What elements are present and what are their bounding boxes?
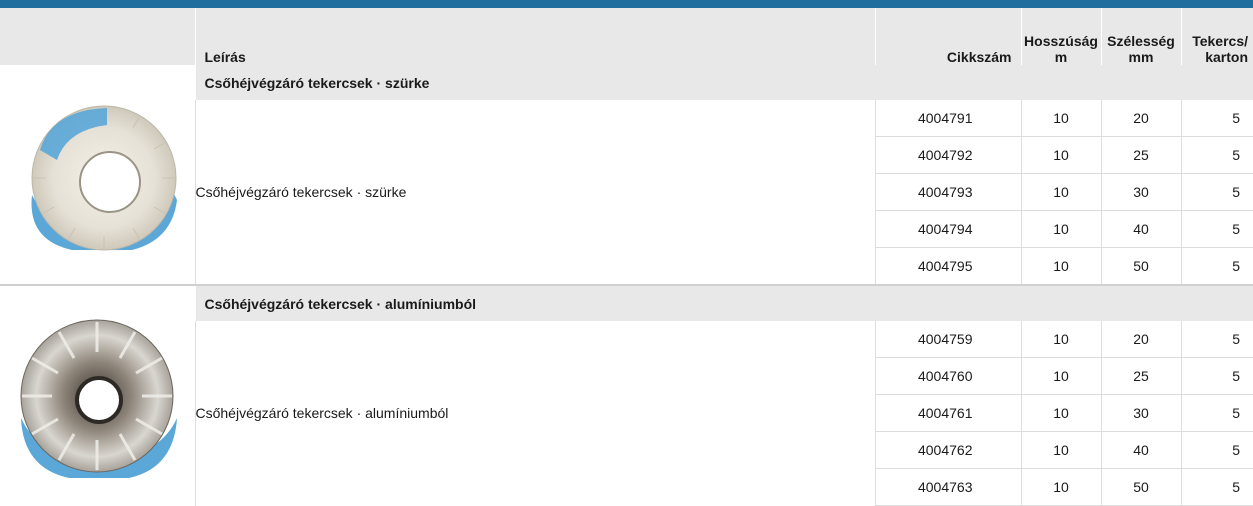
description-aluminium: Csőhéjvégzáró tekercsek · alumíniumból [194,321,875,506]
article-number: 4004791 [874,100,1021,137]
group-title-grey: Csőhéjvégzáró tekercsek · szürke [194,65,1253,100]
group-title-row: Csőhéjvégzáró tekercsek · alumíniumból [0,284,1253,506]
article-number: 4004759 [874,321,1021,358]
article-number: 4004762 [874,431,1021,469]
article-number: 4004760 [874,357,1021,395]
product-table: Leírás Cikkszám Hosszúság m Szélesség mm T… [0,8,1253,506]
length-value: 10 [1020,173,1101,211]
per-carton-value: 5 [1180,173,1253,211]
length-value: 10 [1020,321,1101,358]
table-header-row: Leírás Cikkszám Hosszúság m Szélesség mm T… [0,8,1253,65]
length-value: 10 [1020,394,1101,432]
per-carton-value: 5 [1180,100,1253,137]
article-number: 4004794 [874,210,1021,248]
width-value: 40 [1100,431,1181,469]
header-description: Leírás [194,8,875,65]
aluminium-insulation-roll-image [20,319,178,478]
article-number: 4004763 [874,468,1021,506]
header-rolls-per-carton: Tekercs/karton [1180,8,1253,65]
width-value: 20 [1100,100,1181,137]
per-carton-value: 5 [1180,394,1253,432]
per-carton-value: 5 [1180,136,1253,174]
group-title-aluminium: Csőhéjvégzáró tekercsek · alumíniumból [194,284,1253,321]
length-value: 10 [1020,247,1101,286]
per-carton-value: 5 [1180,431,1253,469]
per-carton-value: 5 [1180,247,1253,286]
width-value: 25 [1100,136,1181,174]
width-value: 25 [1100,357,1181,395]
per-carton-value: 5 [1180,321,1253,358]
product-image-grey-roll [0,65,195,285]
grey-insulation-roll-image [31,105,178,250]
group-title-row: Csőhéjvégzáró tekercsek · szürke [0,65,1253,285]
top-accent-bar [0,0,1253,8]
description-grey: Csőhéjvégzáró tekercsek · szürke [194,100,875,285]
length-value: 10 [1020,468,1101,506]
length-value: 10 [1020,431,1101,469]
per-carton-value: 5 [1180,357,1253,395]
length-value: 10 [1020,100,1101,137]
width-value: 30 [1100,173,1181,211]
article-number: 4004795 [874,247,1021,286]
width-value: 20 [1100,321,1181,358]
header-width: Szélesség mm [1100,8,1181,65]
article-number: 4004792 [874,136,1021,174]
length-value: 10 [1020,210,1101,248]
article-number: 4004761 [874,394,1021,432]
header-article-number: Cikkszám [874,8,1021,65]
header-image-column [0,8,195,65]
header-length: Hosszúság m [1020,8,1101,65]
width-value: 30 [1100,394,1181,432]
width-value: 50 [1100,468,1181,506]
length-value: 10 [1020,357,1101,395]
article-number: 4004793 [874,173,1021,211]
length-value: 10 [1020,136,1101,174]
product-image-aluminium-roll [0,284,195,506]
width-value: 40 [1100,210,1181,248]
per-carton-value: 5 [1180,210,1253,248]
width-value: 50 [1100,247,1181,286]
per-carton-value: 5 [1180,468,1253,506]
